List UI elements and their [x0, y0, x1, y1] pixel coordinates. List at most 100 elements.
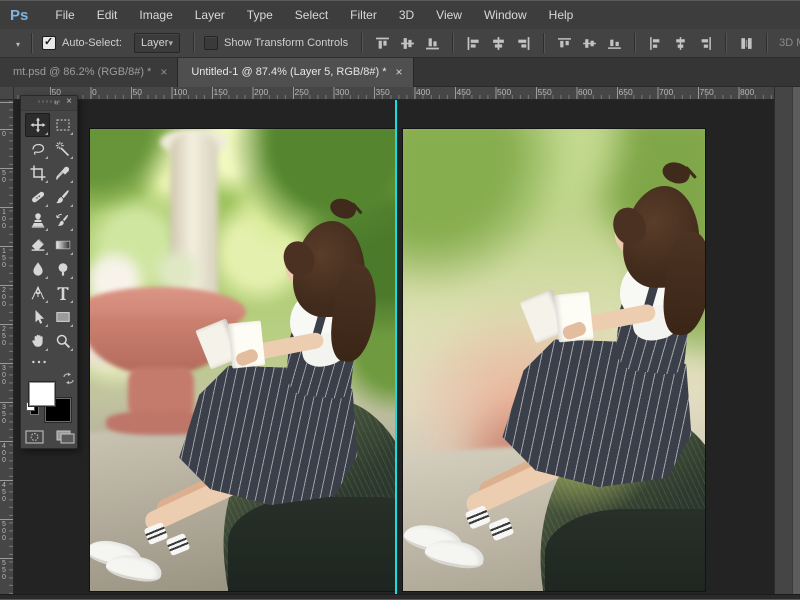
- options-bar: ▾ Auto-Select: Layer ▾ Show Transform Co…: [0, 29, 800, 58]
- brush-tool[interactable]: [50, 185, 75, 209]
- horizontal-ruler: 5005010015020025030035040045050055060065…: [0, 87, 800, 100]
- girl-slot: [403, 129, 705, 591]
- girl-sock: [488, 517, 514, 542]
- separator: [31, 33, 33, 53]
- align-bottom-edges-icon[interactable]: [425, 36, 440, 51]
- menu-type[interactable]: Type: [236, 1, 284, 29]
- screen-mode-icon[interactable]: [56, 430, 75, 444]
- tab-label: mt.psd @ 86.2% (RGB/8#) *: [13, 66, 151, 78]
- canvas-document-left[interactable]: [90, 129, 395, 591]
- document-tab-2[interactable]: Untitled-1 @ 87.4% (Layer 5, RGB/8#) *×: [178, 57, 413, 87]
- separator: [725, 33, 727, 53]
- align-top-edges-icon[interactable]: [375, 36, 390, 51]
- ruler-label: 300: [2, 365, 6, 386]
- menu-3d[interactable]: 3D: [388, 1, 425, 29]
- ruler-label: 150: [214, 87, 228, 97]
- pen-tool[interactable]: [25, 281, 50, 305]
- menu-help[interactable]: Help: [538, 1, 585, 29]
- ruler-label: 750: [700, 87, 714, 97]
- menu-image[interactable]: Image: [128, 1, 183, 29]
- auto-select-target-dropdown[interactable]: Layer ▾: [134, 33, 180, 53]
- menu-window[interactable]: Window: [473, 1, 538, 29]
- ruler-label: 300: [335, 87, 349, 97]
- close-icon[interactable]: ×: [396, 65, 403, 79]
- crop-tool[interactable]: [25, 161, 50, 185]
- gradient-tool[interactable]: [50, 233, 75, 257]
- ruler-label: 350: [376, 87, 390, 97]
- close-icon[interactable]: ×: [160, 65, 167, 79]
- ruler-label: 450: [457, 87, 471, 97]
- auto-select-checkbox[interactable]: [42, 36, 56, 50]
- quick-selection-tool[interactable]: [50, 137, 75, 161]
- tool-preset-chevron-icon[interactable]: ▾: [16, 40, 20, 49]
- distribute-right-edges-icon[interactable]: [698, 36, 713, 51]
- quick-mask-mode-icon[interactable]: [25, 430, 44, 444]
- ruler-label: 250: [2, 326, 6, 347]
- separator: [543, 33, 545, 53]
- type-tool[interactable]: [50, 281, 75, 305]
- rectangular-marquee-tool[interactable]: [50, 113, 75, 137]
- ruler-label: 700: [659, 87, 673, 97]
- history-brush-tool[interactable]: [50, 209, 75, 233]
- spot-healing-brush-tool[interactable]: [25, 185, 50, 209]
- align-left-edges-icon[interactable]: [466, 36, 481, 51]
- distribute-vertical-centers-icon[interactable]: [582, 36, 597, 51]
- ruler-label: 400: [2, 443, 6, 464]
- edit-toolbar-icon[interactable]: [27, 356, 51, 368]
- tools-panel-header[interactable]: « ×: [21, 96, 77, 111]
- dodge-tool[interactable]: [50, 257, 75, 281]
- collapse-panel-icon[interactable]: «: [54, 97, 59, 107]
- ruler-label: 150: [2, 248, 6, 269]
- ruler-label: 50: [2, 170, 6, 184]
- clone-stamp-tool[interactable]: [25, 209, 50, 233]
- close-panel-icon[interactable]: ×: [66, 96, 72, 107]
- menu-filter[interactable]: Filter: [339, 1, 388, 29]
- color-swatches: [29, 374, 73, 424]
- canvas-document-right[interactable]: [403, 129, 705, 591]
- ruler-label: 550: [538, 87, 552, 97]
- guide-line: [395, 99, 397, 594]
- menu-layer[interactable]: Layer: [184, 1, 236, 29]
- separator: [361, 33, 363, 53]
- ruler-label: 50: [133, 87, 142, 97]
- distribute-left-edges-icon[interactable]: [648, 36, 663, 51]
- hand-tool[interactable]: [25, 329, 50, 353]
- rectangle-tool[interactable]: [50, 305, 75, 329]
- foreground-color-swatch[interactable]: [29, 382, 55, 406]
- distribute-horizontal-centers-icon[interactable]: [673, 36, 688, 51]
- align-vertical-centers-icon[interactable]: [400, 36, 415, 51]
- photoshop-window: Ps FileEditImageLayerTypeSelectFilter3DV…: [0, 0, 800, 600]
- tab-bar-empty-area: [414, 57, 800, 87]
- 3d-mode-label: 3D Mode:: [779, 37, 800, 49]
- chevron-down-icon: ▾: [168, 38, 173, 49]
- zoom-tool[interactable]: [50, 329, 75, 353]
- swap-colors-icon[interactable]: [62, 372, 75, 385]
- align-right-edges-icon[interactable]: [516, 36, 531, 51]
- ruler-label: 800: [740, 87, 754, 97]
- distribute-bottom-edges-icon[interactable]: [607, 36, 622, 51]
- ruler-corner: [0, 87, 14, 100]
- girl-hair-bun: [660, 159, 693, 187]
- move-tool[interactable]: [25, 113, 50, 137]
- ruler-label: 100: [2, 209, 6, 230]
- document-tab-1[interactable]: mt.psd @ 86.2% (RGB/8#) * ×: [0, 57, 178, 87]
- distribute-spacing-icon[interactable]: [739, 36, 754, 51]
- eraser-tool[interactable]: [25, 233, 50, 257]
- show-transform-controls-checkbox[interactable]: [204, 36, 218, 50]
- distribute-top-edges-icon[interactable]: [557, 36, 572, 51]
- menu-select[interactable]: Select: [284, 1, 339, 29]
- path-selection-tool[interactable]: [25, 305, 50, 329]
- lasso-tool[interactable]: [25, 137, 50, 161]
- collapsed-panel-dock[interactable]: [774, 87, 793, 594]
- eyedropper-tool[interactable]: [50, 161, 75, 185]
- ruler-label: 600: [578, 87, 592, 97]
- window-right-edge: [792, 57, 800, 600]
- menu-bar: Ps FileEditImageLayerTypeSelectFilter3DV…: [0, 1, 800, 30]
- menu-view[interactable]: View: [425, 1, 473, 29]
- ruler-label: 500: [2, 521, 6, 542]
- menu-file[interactable]: File: [44, 1, 85, 29]
- ruler-label: 0: [92, 87, 97, 97]
- align-horizontal-centers-icon[interactable]: [491, 36, 506, 51]
- blur-tool[interactable]: [25, 257, 50, 281]
- menu-edit[interactable]: Edit: [86, 1, 129, 29]
